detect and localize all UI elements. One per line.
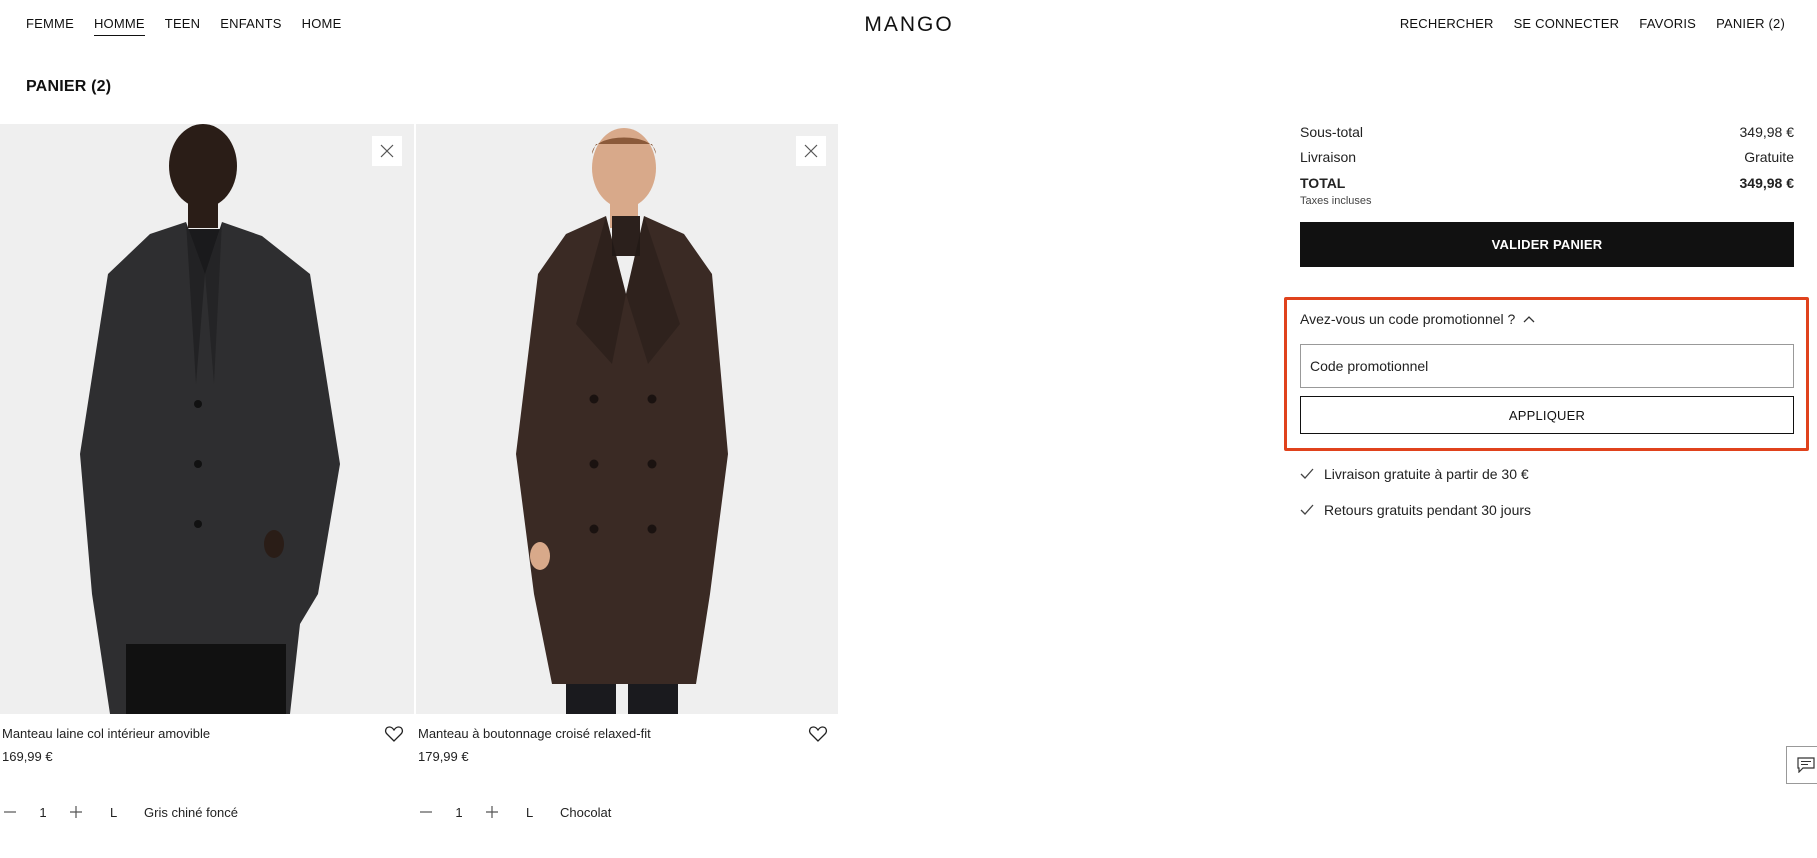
shipping-row: Livraison Gratuite [1300,149,1794,165]
promo-code-input[interactable] [1300,344,1794,388]
plus-icon [486,806,498,818]
cart-item: Manteau à boutonnage croisé relaxed-fit … [416,124,838,820]
subtotal-label: Sous-total [1300,124,1364,140]
perk-free-shipping: Livraison gratuite à partir de 30 € [1300,466,1529,482]
account-nav: RECHERCHER SE CONNECTER FAVORIS PANIER (… [1400,16,1785,31]
product-image[interactable] [416,124,838,714]
remove-item-button[interactable] [796,136,826,166]
decrease-quantity-button[interactable] [0,802,20,822]
close-icon [380,144,394,158]
tax-note: Taxes incluses [1300,195,1372,207]
heart-icon [384,726,404,742]
increase-quantity-button[interactable] [66,802,86,822]
validate-cart-button[interactable]: VALIDER PANIER [1300,222,1794,267]
check-icon [1300,504,1314,515]
quantity-row: 1 L Gris chiné foncé [0,802,238,822]
product-price: 169,99 € [2,749,53,764]
minus-icon [420,811,432,813]
product-name[interactable]: Manteau laine col intérieur amovible [2,726,210,741]
search-link[interactable]: RECHERCHER [1400,16,1494,31]
promo-code-toggle[interactable]: Avez-vous un code promotionnel ? [1300,311,1535,327]
favorites-link[interactable]: FAVORIS [1639,16,1696,31]
decrease-quantity-button[interactable] [416,802,436,822]
subtotal-value: 349,98 € [1739,124,1795,140]
product-name[interactable]: Manteau à boutonnage croisé relaxed-fit [418,726,651,741]
total-value: 349,98 € [1739,175,1795,191]
nav-homme[interactable]: HOMME [93,16,145,36]
chat-icon [1797,757,1815,773]
chat-button[interactable] [1786,746,1817,784]
quantity-value: 1 [455,804,463,820]
subtotal-row: Sous-total 349,98 € [1300,124,1794,140]
product-color: Gris chiné foncé [144,804,238,820]
promo-toggle-label: Avez-vous un code promotionnel ? [1300,311,1516,327]
quantity-value: 1 [39,804,47,820]
shipping-label: Livraison [1300,149,1357,165]
check-icon [1300,468,1314,479]
page-title: PANIER (2) [26,78,112,95]
remove-item-button[interactable] [372,136,402,166]
increase-quantity-button[interactable] [482,802,502,822]
nav-femme[interactable]: FEMME [26,16,74,36]
favorite-button[interactable] [808,724,828,744]
model-illustration [80,124,340,714]
total-row: TOTAL 349,98 € [1300,175,1794,191]
apply-promo-button[interactable]: APPLIQUER [1300,396,1794,434]
perk-text: Livraison gratuite à partir de 30 € [1324,466,1529,482]
heart-icon [808,726,828,742]
favorite-button[interactable] [384,724,404,744]
nav-enfants[interactable]: ENFANTS [220,16,281,36]
plus-icon [70,806,82,818]
product-size[interactable]: L [526,805,546,820]
nav-teen[interactable]: TEEN [165,16,200,36]
header: FEMME HOMME TEEN ENFANTS HOME MANGO RECH… [0,0,1817,48]
product-price: 179,99 € [418,749,469,764]
mango-logo[interactable]: MANGO [858,11,960,37]
cart-item: Manteau laine col intérieur amovible 169… [0,124,414,820]
perk-free-returns: Retours gratuits pendant 30 jours [1300,502,1531,518]
product-image[interactable] [0,124,414,714]
login-link[interactable]: SE CONNECTER [1514,16,1620,31]
product-size[interactable]: L [110,805,130,820]
order-summary: Sous-total 349,98 € Livraison Gratuite T… [1300,124,1794,267]
perk-text: Retours gratuits pendant 30 jours [1324,502,1532,518]
nav-home[interactable]: HOME [302,16,342,36]
quantity-row: 1 L Chocolat [416,802,611,822]
chevron-up-icon [1523,316,1535,323]
model-illustration [516,128,728,714]
total-label: TOTAL [1300,175,1346,191]
close-icon [804,144,818,158]
logo-text: MANGO [864,13,953,36]
shipping-value: Gratuite [1744,149,1794,165]
minus-icon [4,811,16,813]
main-nav: FEMME HOMME TEEN ENFANTS HOME [26,16,341,36]
cart-link[interactable]: PANIER (2) [1716,16,1785,31]
product-color: Chocolat [560,804,612,820]
